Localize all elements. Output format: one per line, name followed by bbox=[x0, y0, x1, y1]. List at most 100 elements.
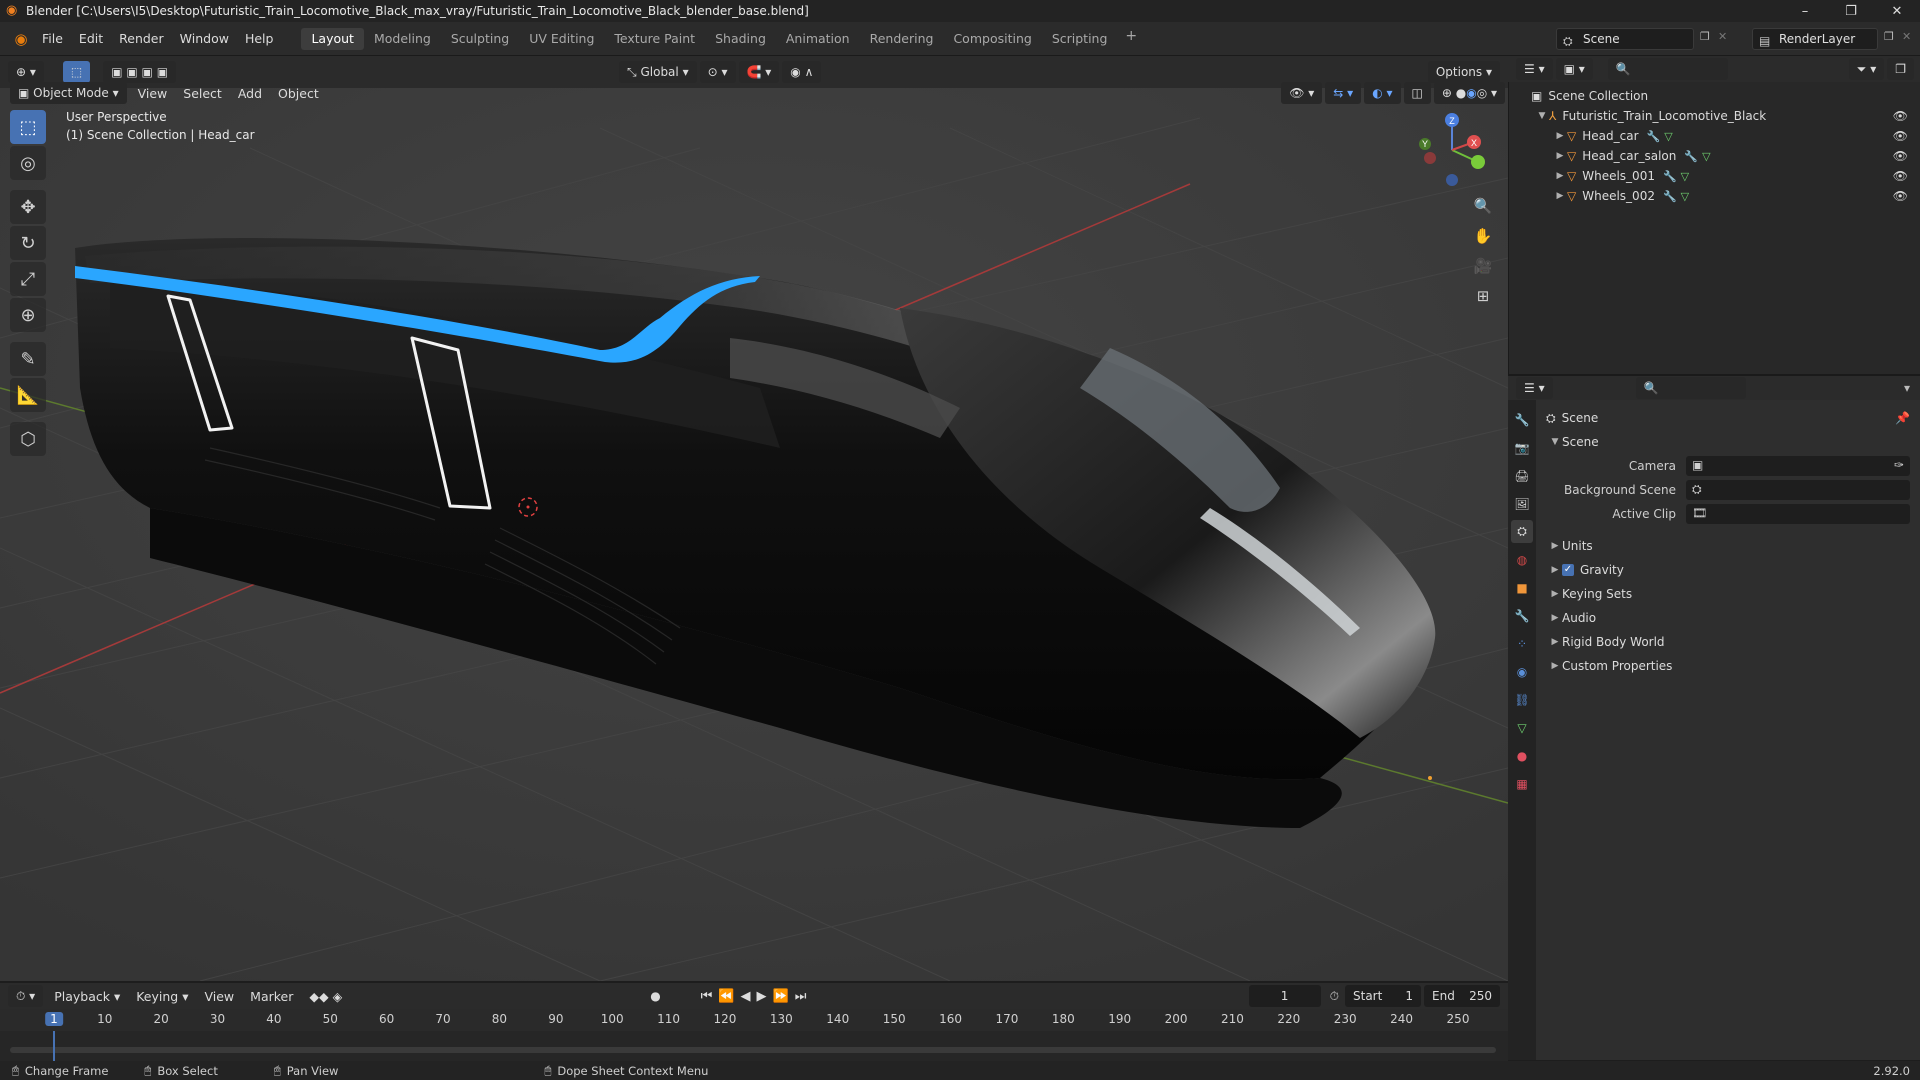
tab-modeling[interactable]: Modeling bbox=[364, 28, 441, 50]
tab-texture-paint[interactable]: Texture Paint bbox=[604, 28, 705, 50]
end-frame-field[interactable]: End 250 bbox=[1424, 985, 1500, 1007]
tab-shading[interactable]: Shading bbox=[705, 28, 776, 50]
view-layer-tab-icon[interactable]: 🖼 bbox=[1511, 492, 1533, 515]
expand-triangle-icon[interactable]: ▶ bbox=[1548, 613, 1562, 623]
delete-renderlayer-icon[interactable]: ✕ bbox=[1902, 30, 1911, 43]
object-tab-icon[interactable]: ■ bbox=[1511, 576, 1533, 599]
tab-rendering[interactable]: Rendering bbox=[860, 28, 944, 50]
rigid-body-world-panel-header[interactable]: ▶ Rigid Body World bbox=[1536, 630, 1920, 654]
outliner-scene-collection[interactable]: ▣ Scene Collection bbox=[1509, 86, 1920, 106]
world-tab-icon[interactable]: ◍ bbox=[1511, 548, 1533, 571]
visibility-eye-icon[interactable]: 👁 bbox=[1893, 149, 1908, 163]
tab-compositing[interactable]: Compositing bbox=[943, 28, 1041, 50]
add-cube-tool[interactable]: ⬡ bbox=[10, 422, 46, 456]
transform-tool[interactable]: ⊕ bbox=[10, 298, 46, 332]
playback-controls[interactable]: ⏮⏪◀▶⏩⏭ bbox=[701, 989, 813, 1004]
background-scene-field[interactable]: ⛭ bbox=[1686, 480, 1910, 500]
pin-icon[interactable]: 📌 bbox=[1895, 411, 1910, 425]
outliner-search-input[interactable]: 🔍 bbox=[1607, 58, 1728, 80]
active-clip-field[interactable]: 🎞 bbox=[1686, 504, 1910, 524]
outliner-object-row[interactable]: ▶ ▽ Head_car 🔧 ▽ 👁 bbox=[1509, 126, 1920, 146]
particles-tab-icon[interactable]: ⁘ bbox=[1511, 632, 1533, 655]
timeline[interactable]: 1 10 20 30 40 50 60 70 80 90 100 110 120 130 140 150 160… bbox=[0, 1009, 1508, 1061]
collapse-triangle-icon[interactable]: ▼ bbox=[1548, 437, 1562, 447]
eyedropper-icon[interactable]: ✑ bbox=[1894, 458, 1904, 472]
3d-viewport[interactable]: User Perspective (1) Scene Collection | … bbox=[0, 88, 1508, 981]
measure-tool[interactable]: 📐 bbox=[10, 378, 46, 412]
minimize-button[interactable]: – bbox=[1782, 0, 1828, 22]
camera-view-icon[interactable]: 🎥 bbox=[1468, 252, 1498, 280]
preview-range-icon[interactable]: ⏱ bbox=[1330, 989, 1339, 1004]
outliner-filter-icon[interactable]: ⏷ ▾ bbox=[1848, 58, 1885, 80]
menu-render[interactable]: Render bbox=[111, 28, 172, 50]
pan-view-icon[interactable]: ✋ bbox=[1468, 222, 1498, 250]
audio-panel-header[interactable]: ▶ Audio bbox=[1536, 606, 1920, 630]
visibility-eye-icon[interactable]: 👁 bbox=[1893, 189, 1908, 203]
viewport-menu-object[interactable]: Object bbox=[270, 86, 327, 101]
zoom-view-icon[interactable]: 🔍 bbox=[1468, 192, 1498, 220]
overlay-toggle[interactable]: ◐ ▾ bbox=[1364, 82, 1401, 104]
new-renderlayer-icon[interactable]: ❐ bbox=[1884, 30, 1894, 43]
select-box-tool[interactable]: ⬚ bbox=[10, 110, 46, 144]
properties-editor-type[interactable]: ☰ ▾ bbox=[1516, 377, 1553, 399]
viewport-menu-add[interactable]: Add bbox=[230, 86, 270, 101]
render-tab-icon[interactable]: 📷 bbox=[1511, 436, 1533, 459]
expand-triangle-icon[interactable]: ▶ bbox=[1553, 171, 1567, 181]
shading-mode-buttons[interactable]: ⊕ ● ◉ ◎ ▾ bbox=[1433, 82, 1505, 104]
scene-selector[interactable]: ⛭ Scene bbox=[1556, 28, 1694, 50]
tab-scripting[interactable]: Scripting bbox=[1042, 28, 1118, 50]
current-frame-field[interactable]: 1 bbox=[1248, 985, 1321, 1007]
expand-triangle-icon[interactable]: ▶ bbox=[1553, 191, 1567, 201]
timeline-menu-marker[interactable]: Marker bbox=[242, 989, 301, 1004]
menu-window[interactable]: Window bbox=[172, 28, 237, 50]
visibility-eye-icon[interactable]: 👁 bbox=[1893, 109, 1908, 123]
delete-scene-icon[interactable]: ✕ bbox=[1718, 30, 1727, 43]
blender-menu-icon[interactable]: ◉ bbox=[8, 28, 34, 50]
playhead[interactable] bbox=[53, 1031, 55, 1061]
outliner-display-mode[interactable]: ▣ ▾ bbox=[1555, 58, 1593, 80]
new-collection-icon[interactable]: ❐ bbox=[1887, 58, 1914, 80]
frame-ruler[interactable]: 1 10 20 30 40 50 60 70 80 90 100 110 120 130 140 150 160… bbox=[0, 1009, 1508, 1031]
modifier-tab-icon[interactable]: 🔧 bbox=[1511, 604, 1533, 627]
keyframe-buttons[interactable]: ◆◆ ◈ bbox=[301, 989, 350, 1004]
tab-uv-editing[interactable]: UV Editing bbox=[519, 28, 604, 50]
expand-triangle-icon[interactable]: ▶ bbox=[1553, 151, 1567, 161]
timeline-menu-playback[interactable]: Playback ▾ bbox=[46, 989, 128, 1004]
move-tool[interactable]: ✥ bbox=[10, 190, 46, 224]
outliner-editor-type[interactable]: ☰ ▾ bbox=[1516, 58, 1553, 80]
gravity-checkbox[interactable]: ✓ bbox=[1562, 564, 1574, 576]
output-tab-icon[interactable]: 🖨 bbox=[1511, 464, 1533, 487]
renderlayer-selector[interactable]: ▤ RenderLayer bbox=[1752, 28, 1878, 50]
start-frame-field[interactable]: Start 1 bbox=[1345, 985, 1421, 1007]
object-mode-dropdown[interactable]: ▣ Object Mode ▾ bbox=[10, 82, 127, 104]
expand-triangle-icon[interactable]: ▶ bbox=[1553, 131, 1567, 141]
units-panel-header[interactable]: ▶ Units bbox=[1536, 534, 1920, 558]
visibility-dropdown[interactable]: 👁 ▾ bbox=[1281, 82, 1323, 104]
mesh-data-tab-icon[interactable]: ▽ bbox=[1511, 716, 1533, 739]
expand-triangle-icon[interactable]: ▶ bbox=[1548, 637, 1562, 647]
tool-tab-icon[interactable]: 🔧 bbox=[1511, 408, 1533, 431]
tab-sculpting[interactable]: Sculpting bbox=[441, 28, 519, 50]
timeline-menu-view[interactable]: View bbox=[196, 989, 242, 1004]
texture-tab-icon[interactable]: ▦ bbox=[1511, 772, 1533, 795]
navigation-gizmo[interactable]: Z X Y bbox=[1410, 108, 1494, 192]
xray-toggle[interactable]: ◫ bbox=[1403, 82, 1431, 104]
outliner-object-row[interactable]: ▶ ▽ Wheels_002 🔧 ▽ 👁 bbox=[1509, 186, 1920, 206]
physics-tab-icon[interactable]: ◉ bbox=[1511, 660, 1533, 683]
tab-animation[interactable]: Animation bbox=[776, 28, 860, 50]
visibility-eye-icon[interactable]: 👁 bbox=[1893, 169, 1908, 183]
tab-layout[interactable]: Layout bbox=[301, 27, 364, 50]
ortho-toggle-icon[interactable]: ⊞ bbox=[1468, 282, 1498, 310]
menu-edit[interactable]: Edit bbox=[71, 28, 111, 50]
expand-triangle-icon[interactable]: ▶ bbox=[1548, 541, 1562, 551]
add-workspace-button[interactable]: + bbox=[1117, 28, 1145, 50]
viewport-menu-select[interactable]: Select bbox=[175, 86, 230, 101]
expand-triangle-icon[interactable]: ▶ bbox=[1548, 565, 1562, 575]
timeline-scrollbar[interactable] bbox=[10, 1047, 1496, 1053]
timeline-editor-type[interactable]: ⏱ ▾ bbox=[8, 985, 44, 1007]
expand-triangle-icon[interactable]: ▼ bbox=[1535, 111, 1549, 121]
camera-field[interactable]: ▣ ✑ bbox=[1686, 456, 1910, 476]
material-tab-icon[interactable]: ● bbox=[1511, 744, 1533, 767]
constraints-tab-icon[interactable]: ⛓ bbox=[1511, 688, 1533, 711]
outliner-collection-row[interactable]: ▼ ⅄ Futuristic_Train_Locomotive_Black 👁 bbox=[1509, 106, 1920, 126]
